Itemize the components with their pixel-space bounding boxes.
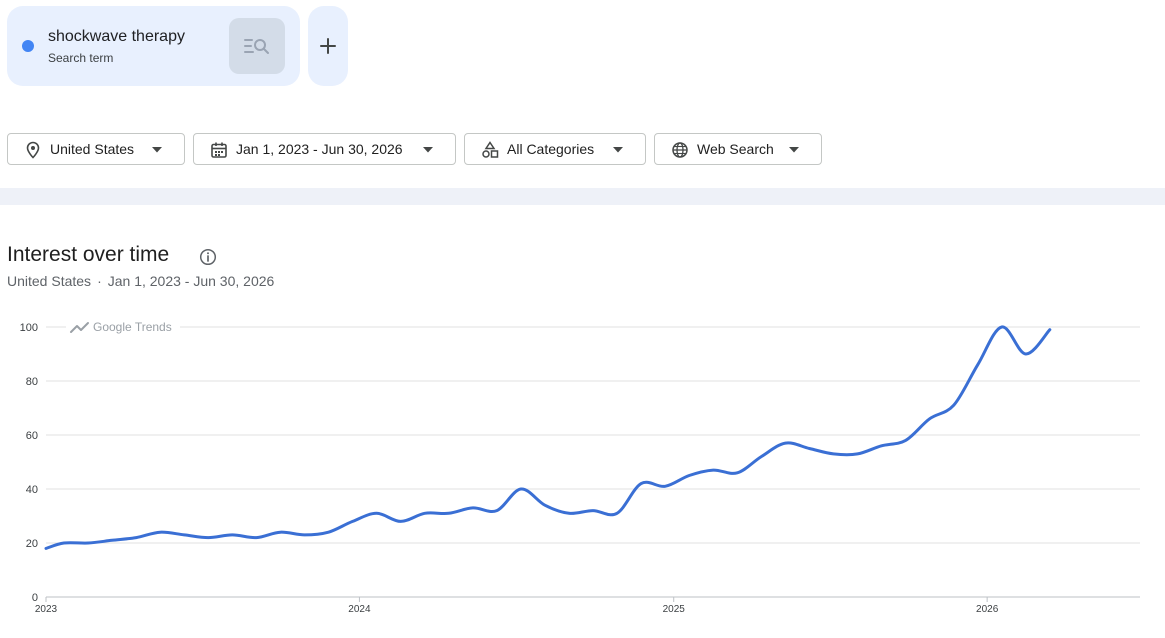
google-trends-watermark: Google Trends bbox=[93, 320, 172, 334]
plus-icon bbox=[320, 38, 336, 54]
category-filter-dropdown[interactable]: All Categories bbox=[464, 133, 646, 165]
search-term-name[interactable]: shockwave therapy bbox=[48, 28, 185, 46]
section-subtitle: United States · Jan 1, 2023 - Jun 30, 2026 bbox=[7, 273, 274, 289]
date-range-filter-dropdown[interactable]: Jan 1, 2023 - Jun 30, 2026 bbox=[193, 133, 456, 165]
caret-down-icon bbox=[789, 147, 799, 153]
search-term-action-button[interactable] bbox=[229, 18, 285, 74]
search-term-type-label: Search term bbox=[48, 51, 114, 65]
subtitle-separator: · bbox=[97, 273, 102, 289]
location-filter-label: United States bbox=[50, 141, 135, 157]
x-tick-label: 2024 bbox=[348, 604, 371, 615]
category-shapes-icon bbox=[482, 141, 499, 158]
subtitle-date-range: Jan 1, 2023 - Jun 30, 2026 bbox=[107, 273, 275, 289]
date-range-filter-label: Jan 1, 2023 - Jun 30, 2026 bbox=[236, 141, 403, 157]
caret-down-icon bbox=[152, 147, 162, 153]
section-divider bbox=[0, 188, 1165, 205]
search-type-filter-label: Web Search bbox=[697, 141, 774, 157]
location-pin-icon bbox=[26, 141, 40, 159]
search-term-card[interactable]: shockwave therapy Search term bbox=[7, 6, 300, 86]
search-term-color-dot bbox=[22, 40, 34, 52]
location-filter-dropdown[interactable]: United States bbox=[7, 133, 185, 165]
y-tick-label: 0 bbox=[32, 592, 38, 604]
y-tick-label: 40 bbox=[26, 484, 38, 496]
y-tick-label: 100 bbox=[20, 322, 38, 334]
x-tick-label: 2026 bbox=[976, 604, 999, 615]
y-tick-label: 20 bbox=[26, 538, 38, 550]
caret-down-icon bbox=[423, 147, 433, 153]
info-icon[interactable] bbox=[199, 248, 217, 266]
add-comparison-button[interactable] bbox=[308, 6, 348, 86]
series-line-shockwave-therapy bbox=[44, 325, 1052, 550]
category-filter-label: All Categories bbox=[507, 141, 595, 157]
x-tick-label: 2025 bbox=[663, 604, 686, 615]
x-tick-label: 2023 bbox=[35, 604, 58, 615]
list-search-icon bbox=[244, 39, 269, 54]
globe-icon bbox=[672, 142, 688, 158]
calendar-icon bbox=[211, 142, 227, 158]
section-title: Interest over time bbox=[7, 243, 170, 266]
caret-down-icon bbox=[613, 147, 623, 153]
y-tick-label: 80 bbox=[26, 376, 38, 388]
subtitle-location: United States bbox=[7, 273, 92, 289]
search-type-filter-dropdown[interactable]: Web Search bbox=[654, 133, 822, 165]
y-tick-label: 60 bbox=[26, 430, 38, 442]
interest-over-time-chart: 0 20 40 60 80 100 2023 2024 2025 2026 Google Trend… bbox=[20, 319, 1140, 615]
